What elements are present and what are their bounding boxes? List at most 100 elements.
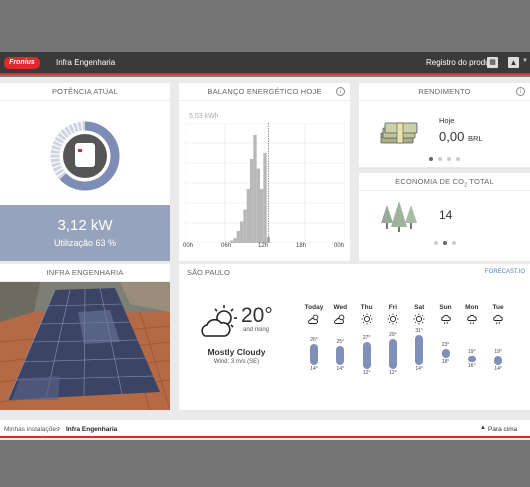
power-value: 3,12 kW [57, 217, 113, 234]
forecast-high: 23° [441, 342, 450, 349]
pager-dot[interactable] [442, 241, 447, 245]
yield-amount: 0,00 [439, 129, 465, 144]
forecast-temp-bar [494, 356, 503, 366]
forecast-temp-bar [441, 349, 450, 359]
forecast-temp-bar [310, 344, 318, 366]
inverter-icon [75, 143, 95, 167]
forecast-temp-bar [362, 342, 371, 369]
card-potencia: POTÊNCIA ATUAL 3,12 kW Utilização 63 % [0, 83, 170, 261]
pager-dot[interactable] [433, 241, 438, 245]
forecast-low: 14° [336, 366, 345, 373]
pager-dots [359, 157, 530, 161]
pager-dot[interactable] [456, 157, 460, 161]
info-icon[interactable]: i [516, 87, 525, 96]
site-name[interactable]: Infra Engenharia [56, 58, 115, 67]
forecast-high: 27° [362, 335, 371, 342]
caret-up-icon[interactable]: ▲ [480, 425, 486, 431]
info-icon[interactable]: i [336, 87, 345, 96]
card-title: POTÊNCIA ATUAL [0, 83, 170, 101]
forecast-high: 19° [494, 349, 502, 356]
forecast-temp-bar [415, 335, 424, 366]
backdrop-bottom [0, 440, 530, 487]
energy-bar [260, 189, 264, 243]
breadcrumb: Minhas instalações › Infra Engenharia ▲ … [0, 420, 530, 438]
forecast-low: 16° [468, 363, 476, 370]
yield-value: 0,00 BRL [439, 129, 483, 144]
chevron-down-icon[interactable]: ▼ [522, 58, 528, 64]
forecast-day-name: Thu [360, 304, 373, 311]
forecast-day-name: Fri [388, 304, 398, 311]
forecast-high: 26° [310, 337, 318, 344]
energy-chart [185, 123, 345, 243]
product-register-link[interactable]: Registro do produto [426, 58, 496, 67]
forecast-list: Today 26° 14° Wed 25° 14° Thu 27° 12° Fri 29° 12° Sa… [301, 264, 530, 410]
forecast-day-name: Sat [414, 304, 425, 311]
user-icon[interactable]: ▲ [508, 57, 519, 68]
forecast-low: 12° [389, 369, 397, 376]
forecast-low: 12° [362, 369, 371, 376]
x-tick: 18h [296, 243, 307, 249]
energy-bar [250, 159, 254, 243]
breadcrumb-root[interactable]: Minhas instalações [4, 426, 59, 433]
pager-dots [359, 241, 530, 245]
sun-icon [413, 313, 425, 325]
forecast-low: 18° [441, 359, 450, 366]
forecast-high: 19° [468, 349, 476, 356]
forecast-day-name: Today [304, 304, 324, 311]
energy-bar [240, 221, 244, 243]
x-tick: 06h [221, 243, 232, 249]
sun-icon [387, 313, 399, 325]
forecast-temp-bar [336, 345, 345, 366]
card-installation-photo: INFRA ENGENHARIA [0, 264, 170, 410]
power-summary: 3,12 kW Utilização 63 % [0, 205, 170, 261]
card-rendimento: RENDIMENTO i Hoje 0,00 BRL [359, 83, 530, 167]
energy-bar [246, 189, 250, 243]
weather-city: SÃO PAULO [187, 268, 230, 277]
forecast-day-name: Sun [439, 304, 452, 311]
card-title: ECONOMIA DE CO2 TOTAL [359, 173, 530, 191]
x-tick: 00h [334, 243, 345, 249]
yield-unit: BRL [467, 134, 483, 143]
card-title: BALANÇO ENERGÉTICO HOJE [179, 83, 350, 101]
forecast-high: 29° [389, 331, 397, 338]
wind-info: Wind: 3 m/s (SE) [213, 359, 260, 365]
energy-total: 5,53 kWh [189, 113, 219, 120]
forecast-temp-bar [388, 338, 397, 369]
pager-dot[interactable] [447, 157, 451, 161]
partly-cloudy-icon [334, 314, 345, 324]
installation-photo[interactable] [0, 282, 170, 410]
title-end: TOTAL [467, 177, 494, 186]
forecast-low: 14° [494, 366, 502, 373]
x-tick: 12h [258, 243, 269, 249]
energy-bar [243, 209, 247, 243]
partly-cloudy-icon [308, 314, 319, 324]
x-tick: 00h [183, 243, 194, 249]
sun-icon [361, 313, 373, 325]
fronius-logo[interactable]: Fronius [4, 57, 40, 69]
dashboard: POTÊNCIA ATUAL 3,12 kW Utilização 63 % B… [0, 77, 530, 440]
forecast-day-name: Mon [465, 304, 479, 311]
forecast-high: 31° [415, 328, 423, 335]
forecast-day-name: Tue [492, 304, 504, 311]
backdrop-top [0, 0, 530, 52]
pager-dot[interactable] [438, 157, 442, 161]
card-weather: SÃO PAULO FORECAST.IO 20° and rising Mos… [179, 264, 530, 410]
register-icon[interactable]: ▦ [487, 57, 498, 68]
breadcrumb-current: Infra Engenharia [66, 426, 118, 433]
forecast-low: 14° [415, 366, 423, 373]
energy-bar [263, 153, 267, 243]
energy-bar [236, 231, 240, 243]
pager-dot[interactable] [451, 241, 456, 245]
energy-bar [253, 135, 257, 243]
app-header: Fronius Infra Engenharia Registro do pro… [0, 52, 530, 75]
card-title: RENDIMENTO [359, 83, 530, 101]
card-balanco: BALANÇO ENERGÉTICO HOJE i 5,53 kWh 00h 0… [179, 83, 350, 261]
money-icon [380, 122, 418, 144]
forecast-low: 14° [310, 366, 318, 373]
pager-dot[interactable] [429, 157, 433, 161]
forecast-temp-bar [467, 356, 476, 363]
rain-icon [440, 314, 451, 325]
energy-bar [256, 168, 260, 243]
card-title: INFRA ENGENHARIA [0, 264, 170, 282]
back-to-top-link[interactable]: Para cima [488, 426, 517, 433]
